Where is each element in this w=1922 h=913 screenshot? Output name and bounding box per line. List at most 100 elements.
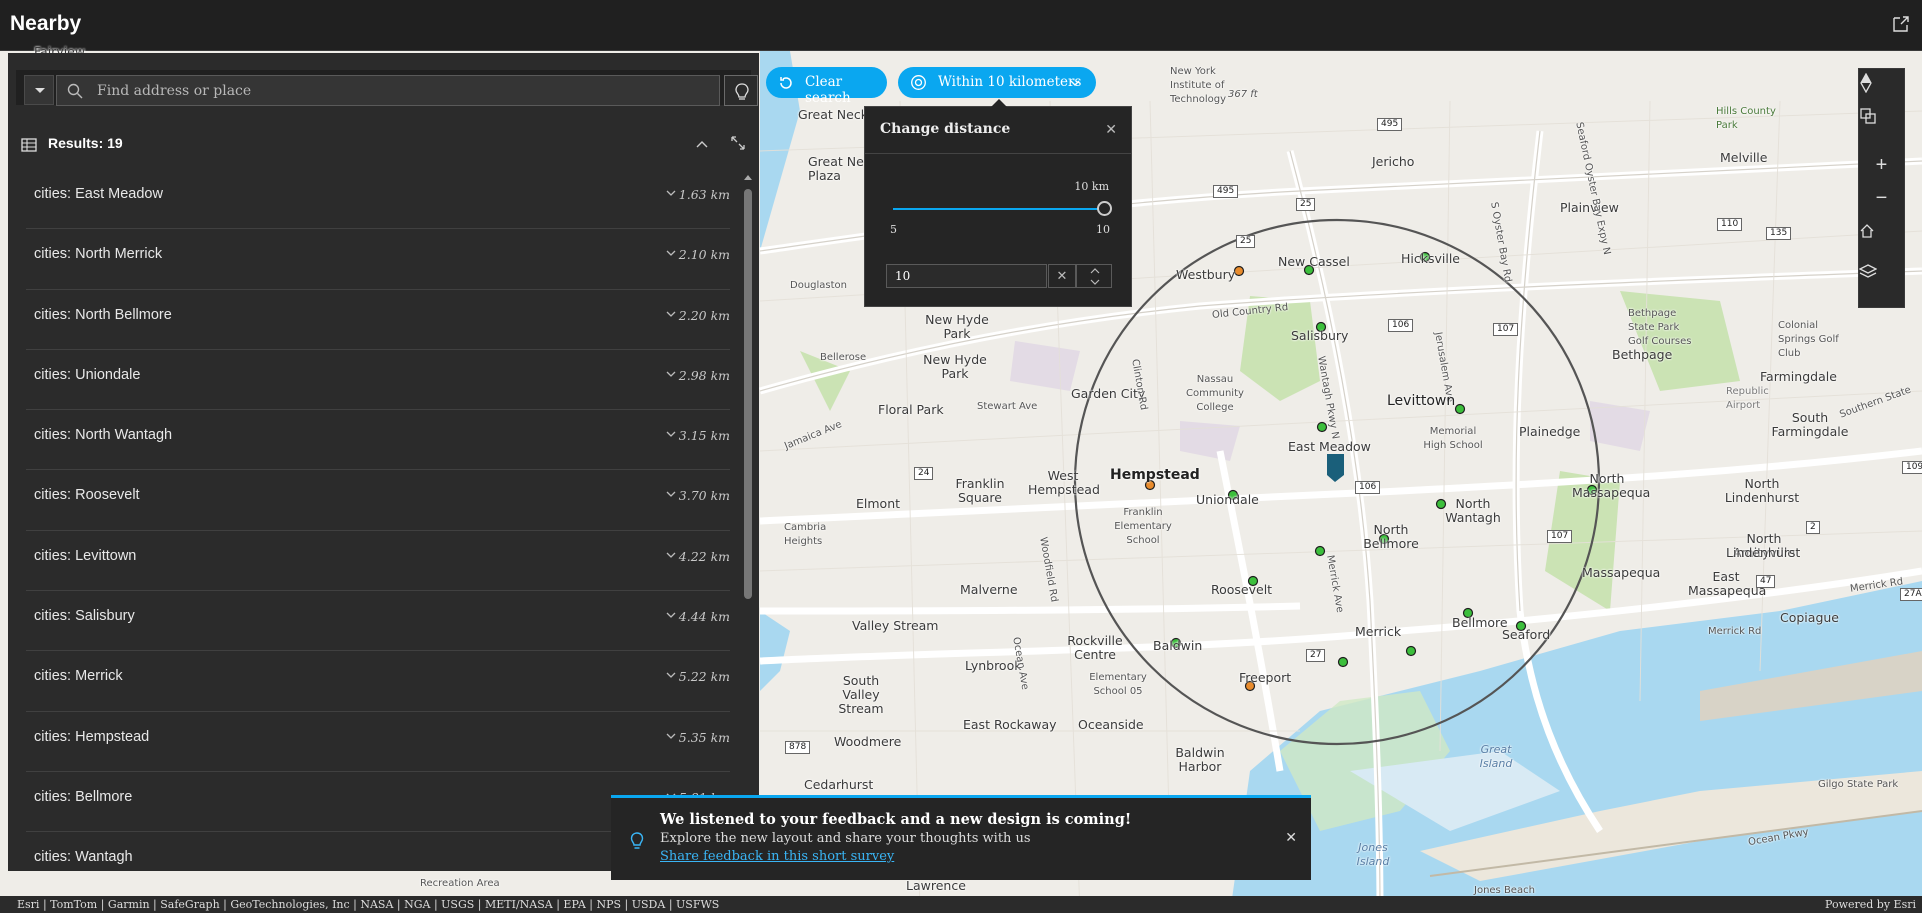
map-label: West Hempstead [1028, 468, 1100, 497]
marker-merrick-2[interactable] [1405, 645, 1417, 657]
expand-icon[interactable] [730, 135, 746, 151]
suggestions-button[interactable] [724, 75, 758, 106]
map-label: Malverne [960, 582, 1018, 597]
chevron-down-icon[interactable] [666, 491, 676, 498]
list-item[interactable]: cities: Levittown 4.22 km [26, 531, 730, 592]
chevron-down-icon[interactable] [666, 552, 676, 558]
list-item[interactable]: cities: Uniondale 2.98 km [26, 350, 730, 411]
list-item[interactable]: cities: North Bellmore 2.20 km [26, 290, 730, 350]
result-name: cities: Hempstead [34, 728, 150, 745]
clear-input-icon[interactable]: ✕ [1048, 264, 1076, 288]
route-shield: 27 [1306, 649, 1326, 662]
chevron-down-icon[interactable] [666, 250, 676, 257]
zoom-out-button[interactable]: − [1859, 182, 1904, 215]
share-icon[interactable] [1892, 15, 1910, 33]
map-label: Merrick [1355, 624, 1402, 639]
results-scrollbar[interactable] [744, 173, 752, 863]
scroll-thumb[interactable] [744, 189, 752, 599]
feedback-survey-link[interactable]: Share feedback in this short survey [660, 849, 894, 864]
locate-button[interactable] [1859, 107, 1904, 140]
map-label: Stewart Ave [977, 401, 1038, 412]
route-shield: 25 [1296, 198, 1316, 211]
map-label: Douglaston [790, 280, 847, 291]
list-item[interactable]: cities: Salisbury 4.44 km [26, 591, 730, 652]
scroll-up-icon[interactable] [744, 173, 752, 181]
map-label: Colonial Springs Golf Club [1778, 320, 1839, 359]
map-label: Great Neck [798, 107, 868, 122]
map-label: Franklin Square [955, 476, 1005, 505]
slider-handle[interactable] [1097, 201, 1112, 216]
list-item[interactable]: cities: North Merrick 2.10 km [26, 229, 730, 290]
map-toolbar: + − [1858, 68, 1905, 308]
slider-max-label: 10 [1096, 223, 1110, 236]
distance-input[interactable]: 10 [886, 264, 1047, 288]
result-distance: 2.20 km [678, 307, 730, 323]
result-name: cities: East Meadow [34, 186, 163, 202]
map-label: Republic Airport [1726, 386, 1769, 411]
map-label: Salisbury [1291, 328, 1349, 343]
map-label: Cambria Heights [784, 522, 827, 547]
map-label: Westbury [1176, 267, 1236, 282]
result-name: cities: Bellmore [34, 788, 133, 805]
compass-button[interactable] [1859, 73, 1904, 106]
result-distance: 1.63 km [678, 187, 730, 202]
chevron-down-icon[interactable] [666, 371, 676, 377]
map-label: Levittown [1387, 393, 1456, 409]
chevron-down-icon[interactable] [666, 311, 676, 317]
chevron-down-icon[interactable] [666, 431, 676, 438]
result-distance: 5.22 km [678, 669, 730, 685]
marker-westbury[interactable] [1233, 265, 1245, 277]
result-distance: 2.98 km [678, 367, 730, 383]
map-label: Great Island [1479, 743, 1513, 770]
marker-merrick[interactable] [1337, 656, 1349, 668]
marker-levittown[interactable] [1454, 403, 1466, 415]
chevron-down-icon[interactable] [666, 612, 676, 618]
results-panel: Results: 19 cities: East Meadow 1.63 km c… [8, 53, 759, 871]
map-label: Baldwin [1153, 638, 1203, 653]
search-icon [67, 83, 83, 99]
map-label: Baldwin Harbor [1175, 745, 1225, 774]
divider [865, 153, 1131, 154]
layers-button[interactable] [1859, 263, 1904, 296]
list-item[interactable]: cities: Merrick 5.22 km [26, 651, 730, 712]
map-label: 367 ft [1228, 89, 1258, 100]
map-label: Oceanside [1078, 717, 1144, 732]
chevron-down-icon[interactable] [666, 190, 676, 196]
list-item[interactable]: cities: North Wantagh 3.15 km [26, 410, 730, 471]
popover-title: Change distance [880, 121, 1011, 137]
map-label: Hills County Park [1716, 106, 1776, 131]
center-location-marker[interactable] [1327, 454, 1344, 482]
slider-track[interactable] [893, 208, 1107, 210]
marker-north-merrick[interactable] [1314, 545, 1326, 557]
chevron-down-icon[interactable] [1077, 276, 1113, 288]
powered-by-link[interactable]: Powered by Esri [1825, 896, 1916, 913]
slider-current-label: 10 km [1074, 180, 1109, 193]
zoom-in-button[interactable]: + [1859, 149, 1904, 182]
map-label: Rockville Centre [1067, 633, 1123, 662]
result-distance: 4.22 km [678, 548, 730, 564]
close-icon[interactable]: ✕ [1105, 121, 1117, 138]
list-item[interactable]: cities: East Meadow 1.63 km [26, 169, 730, 230]
map-label: Franklin Elementary School [1114, 507, 1172, 546]
chevron-down-icon[interactable] [666, 733, 676, 739]
search-source-dropdown[interactable] [24, 75, 54, 105]
clear-search-button[interactable]: Clear search [766, 67, 887, 106]
slider-min-label: 5 [890, 223, 897, 236]
map-label: South Farmingdale [1771, 410, 1849, 439]
list-item[interactable]: cities: Roosevelt 3.70 km [26, 470, 730, 531]
search-input[interactable] [97, 81, 697, 101]
map-label: Merrick Rd [1708, 626, 1762, 637]
collapse-chevron-icon[interactable] [696, 140, 708, 148]
map-label: North Wantagh [1445, 496, 1501, 525]
number-stepper[interactable] [1076, 264, 1112, 288]
home-button[interactable] [1859, 223, 1904, 256]
list-item[interactable]: cities: Hempstead 5.35 km [26, 712, 730, 772]
map-label: Bethpage State Park Golf Courses [1628, 308, 1692, 347]
close-icon[interactable]: ✕ [1285, 829, 1297, 846]
route-shield: 106 [1355, 481, 1381, 494]
result-name: cities: North Wantagh [34, 427, 173, 444]
distance-button[interactable]: Within 10 kilometers [898, 67, 1096, 98]
map-label: Valley Stream [852, 618, 939, 633]
chevron-down-icon[interactable] [666, 672, 676, 679]
route-shield: 878 [785, 741, 811, 754]
